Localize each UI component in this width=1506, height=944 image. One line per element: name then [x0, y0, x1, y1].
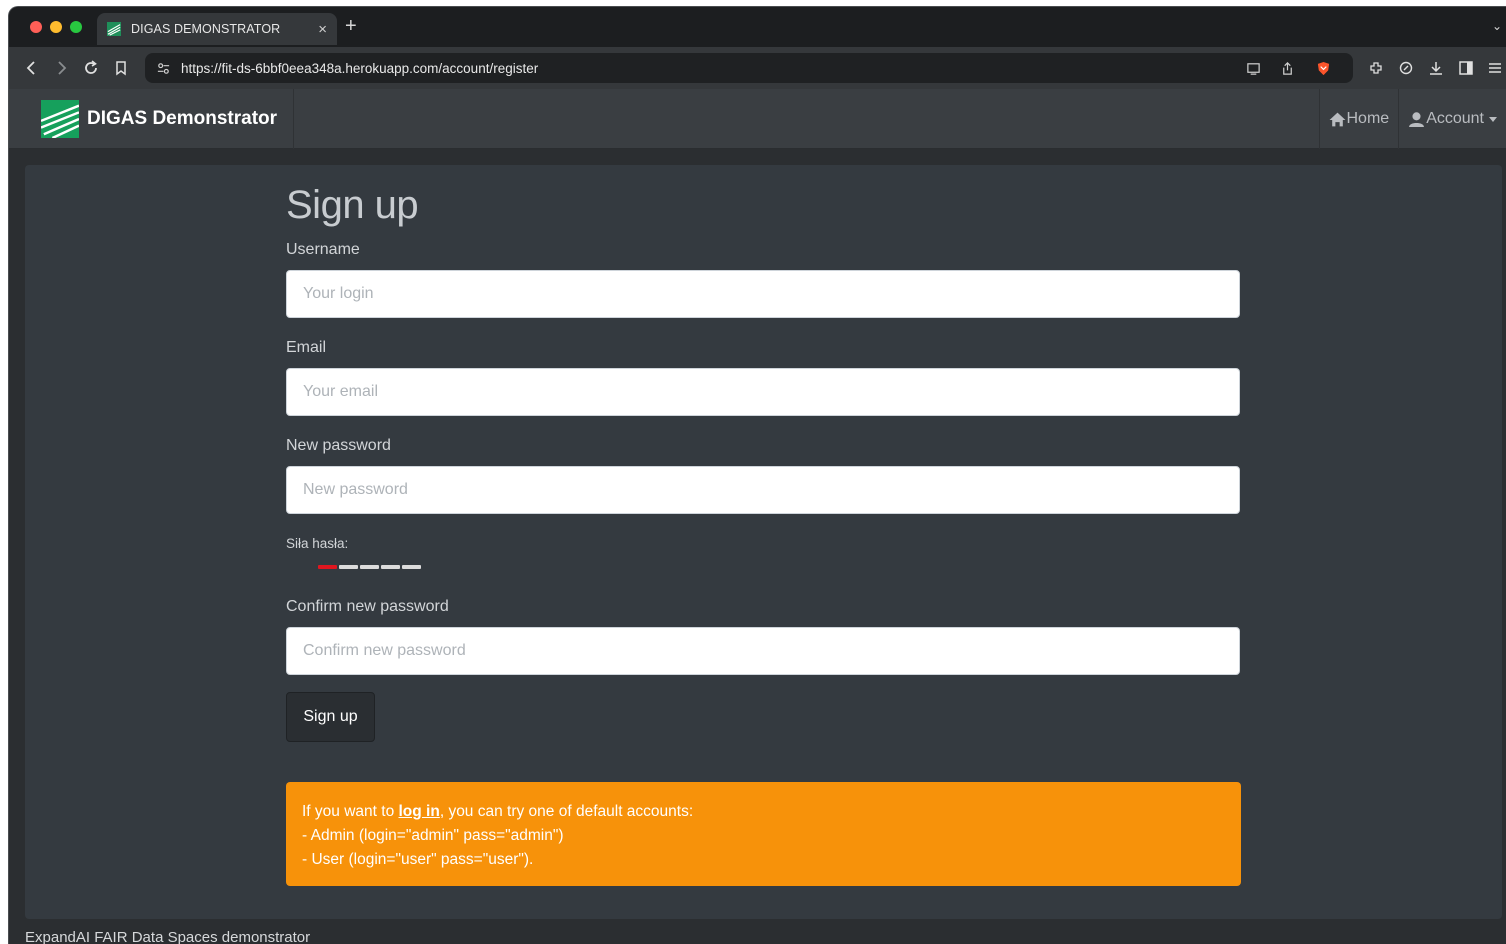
cast-icon[interactable] [1245, 60, 1261, 76]
close-window-button[interactable] [30, 21, 42, 33]
nav-home-label: Home [1346, 110, 1390, 127]
strength-segment [360, 565, 379, 569]
share-icon[interactable] [1279, 60, 1295, 76]
digas-logo-icon [41, 100, 79, 138]
site-favicon-icon [107, 22, 121, 36]
alert-prefix: If you want to [302, 803, 399, 820]
page-title: Sign up [286, 183, 419, 227]
reload-icon[interactable] [82, 59, 100, 77]
username-input[interactable] [286, 270, 1240, 318]
alert-suffix: , you can try one of default accounts: [439, 803, 694, 820]
brand-link[interactable]: DIGAS Demonstrator [9, 89, 295, 149]
site-navbar: DIGAS Demonstrator Home Account [9, 89, 1506, 149]
email-input[interactable] [286, 368, 1240, 416]
address-bar[interactable]: https://fit-ds-6bbf0eea348a.herokuapp.co… [145, 53, 1353, 83]
strength-segment [402, 565, 421, 569]
strength-segment [318, 565, 337, 569]
tab-list-chevron-icon[interactable]: ⌄ [1492, 19, 1502, 33]
caret-down-icon [1489, 116, 1497, 122]
page-footer: ExpandAI FAIR Data Spaces demonstrator [25, 929, 311, 944]
confirm-password-label: Confirm new password [286, 598, 449, 615]
site-settings-icon[interactable] [155, 60, 171, 76]
nav-account-label: Account [1426, 110, 1484, 127]
maximize-window-button[interactable] [70, 21, 82, 33]
web-page: DIGAS Demonstrator Home Account Sign up … [9, 89, 1506, 944]
bookmark-icon[interactable] [112, 59, 130, 77]
minimize-window-button[interactable] [50, 21, 62, 33]
strength-segment [381, 565, 400, 569]
sidebar-icon[interactable] [1457, 59, 1475, 77]
menu-icon[interactable] [1486, 59, 1504, 77]
url-text: https://fit-ds-6bbf0eea348a.herokuapp.co… [181, 60, 539, 76]
forward-icon[interactable] [52, 59, 70, 77]
tab-close-icon[interactable]: × [318, 22, 327, 37]
home-icon [1329, 112, 1345, 126]
alert-admin-line: - Admin (login="admin" pass="admin") [302, 827, 564, 844]
main-content-card: Sign up Username Email New password Siła… [25, 165, 1502, 919]
password-strength-label: Siła hasła: [286, 536, 349, 551]
download-icon[interactable] [1427, 59, 1445, 77]
new-password-input[interactable] [286, 466, 1240, 514]
browser-tab-active[interactable]: DIGAS DEMONSTRATOR × [97, 13, 337, 45]
tab-strip: DIGAS DEMONSTRATOR × + ⌄ [9, 7, 1506, 47]
nav-account-dropdown[interactable]: Account [1398, 89, 1506, 149]
new-password-label: New password [286, 437, 391, 454]
alert-user-line: - User (login="user" pass="user"). [302, 851, 534, 868]
browser-window: DIGAS DEMONSTRATOR × + ⌄ https://fit-ds-… [8, 6, 1506, 944]
confirm-password-input[interactable] [286, 627, 1240, 675]
back-icon[interactable] [23, 59, 41, 77]
tab-title: DIGAS DEMONSTRATOR [131, 22, 281, 36]
email-label: Email [286, 339, 327, 356]
username-label: Username [286, 241, 360, 258]
extensions-icon[interactable] [1367, 59, 1385, 77]
log-in-link[interactable]: log in [399, 803, 440, 820]
browser-toolbar: https://fit-ds-6bbf0eea348a.herokuapp.co… [9, 47, 1506, 89]
user-icon [1409, 111, 1425, 127]
strength-segment [339, 565, 358, 569]
nav-right: Home Account [1318, 89, 1506, 149]
leo-ai-icon[interactable] [1397, 59, 1415, 77]
brand-text: DIGAS Demonstrator [87, 108, 278, 129]
new-tab-button[interactable]: + [345, 16, 357, 36]
brave-shield-icon[interactable] [1315, 60, 1331, 76]
nav-home-link[interactable]: Home [1318, 89, 1399, 149]
sign-up-button[interactable]: Sign up [286, 692, 375, 742]
default-accounts-alert: If you want to log in, you can try one o… [286, 782, 1241, 886]
